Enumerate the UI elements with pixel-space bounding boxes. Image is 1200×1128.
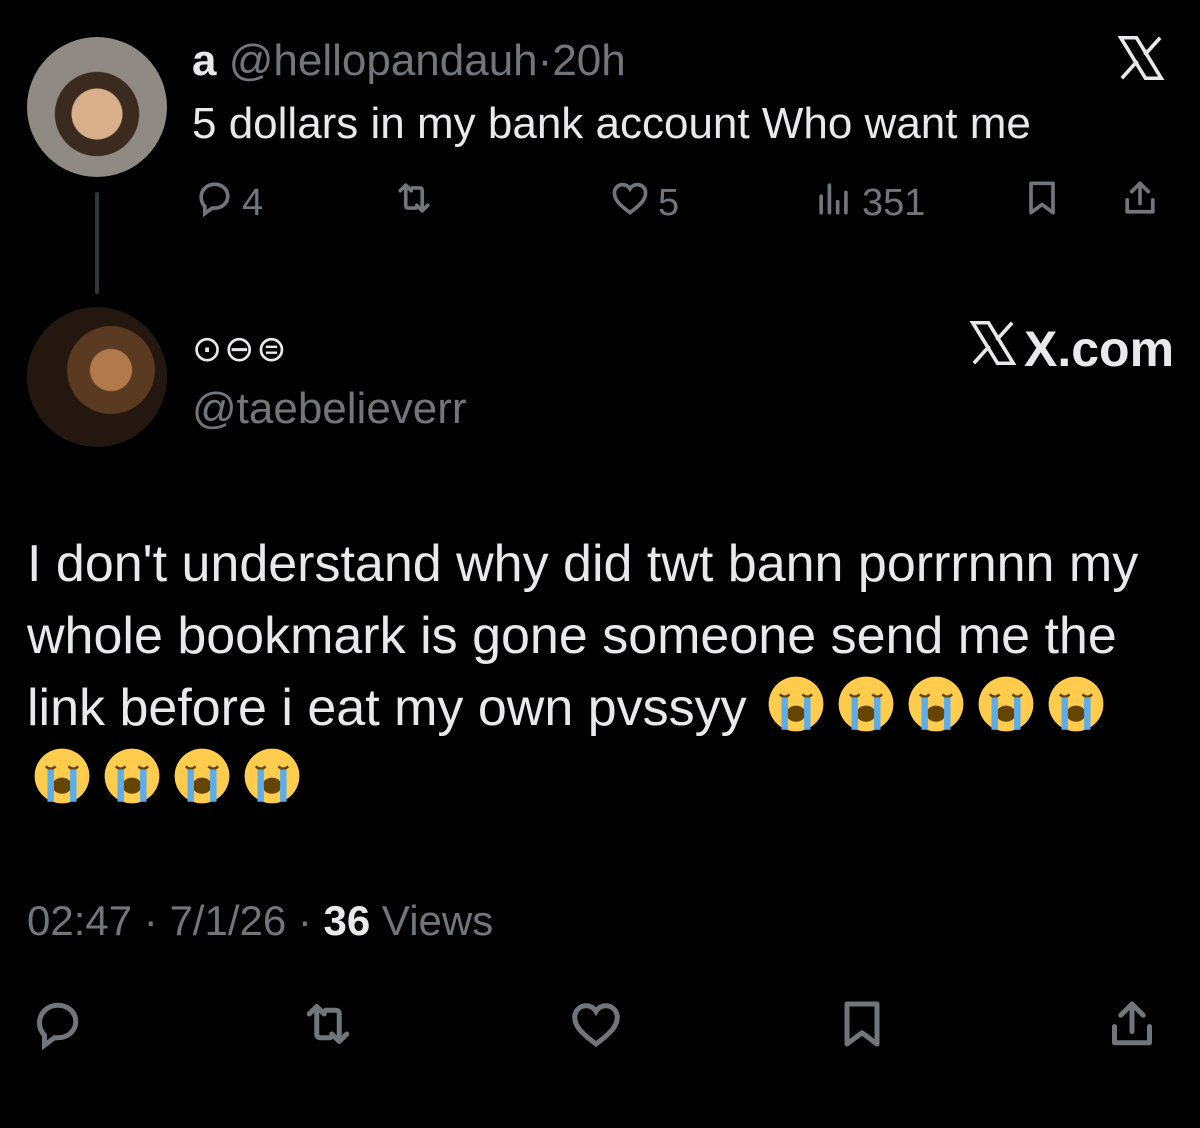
watermark-text: X.com bbox=[1024, 321, 1175, 377]
tweet1-handle[interactable]: @hellopandauh bbox=[229, 36, 538, 85]
bookmark-button[interactable] bbox=[832, 994, 892, 1054]
tweet2-date[interactable]: 7/1/26 bbox=[169, 897, 286, 944]
tweet1-reply-button[interactable]: 4 bbox=[192, 177, 263, 229]
loudly-crying-face-icon bbox=[1047, 675, 1105, 733]
meta-separator: · bbox=[286, 897, 324, 944]
meta-separator: · bbox=[132, 897, 170, 944]
tweet2-views-count: 36 bbox=[323, 897, 371, 944]
tweet1-separator: · bbox=[537, 36, 553, 85]
tweet1-display-name[interactable]: a bbox=[192, 36, 216, 85]
views-count: 351 bbox=[862, 181, 926, 224]
tweet1-retweet-button[interactable] bbox=[392, 177, 442, 229]
tweet2-time[interactable]: 02:47 bbox=[27, 897, 132, 944]
loudly-crying-face-icon bbox=[243, 747, 301, 805]
tweet1-text: 5 dollars in my bank account Who want me bbox=[192, 99, 1031, 148]
tweet2-display-name[interactable]: ⊙⊖⊜ bbox=[192, 328, 289, 370]
analytics-icon bbox=[812, 176, 856, 230]
bookmark-icon bbox=[1020, 176, 1064, 230]
like-count: 5 bbox=[658, 181, 680, 224]
share-button[interactable] bbox=[1102, 994, 1162, 1054]
loudly-crying-face-icon bbox=[907, 675, 965, 733]
reply-button[interactable] bbox=[27, 994, 87, 1054]
tweet2-handle[interactable]: @taebelieverr bbox=[192, 384, 467, 434]
tweet1-views-button[interactable]: 351 bbox=[812, 177, 925, 229]
loudly-crying-face-icon bbox=[103, 747, 161, 805]
heart-icon bbox=[608, 176, 652, 230]
tweet2-views-label: Views bbox=[370, 897, 494, 944]
retweet-icon bbox=[392, 176, 436, 230]
x-com-watermark: X.com bbox=[962, 320, 1175, 377]
loudly-crying-face-icon bbox=[173, 747, 231, 805]
like-button[interactable] bbox=[566, 994, 626, 1054]
tweet1-like-button[interactable]: 5 bbox=[608, 177, 679, 229]
x-logo-icon bbox=[1114, 30, 1168, 86]
tweet1-bookmark-button[interactable] bbox=[1020, 177, 1064, 229]
bookmark-icon bbox=[832, 1001, 892, 1058]
tweet1-share-button[interactable] bbox=[1118, 177, 1162, 229]
loudly-crying-face-icon bbox=[977, 675, 1035, 733]
retweet-icon bbox=[298, 1004, 358, 1058]
loudly-crying-face-icon bbox=[837, 675, 895, 733]
tweet2-body: I don't understand why did twt bann porr… bbox=[27, 528, 1177, 816]
tweet1-time[interactable]: 20h bbox=[552, 36, 625, 85]
loudly-crying-face-icon bbox=[33, 747, 91, 805]
retweet-button[interactable] bbox=[298, 994, 358, 1054]
avatar-hellopandauh[interactable] bbox=[27, 37, 167, 177]
tweet1-header: a @hellopandauh·20h bbox=[192, 37, 626, 85]
loudly-crying-face-icon bbox=[767, 675, 825, 733]
heart-icon bbox=[566, 1003, 626, 1058]
tweet2-meta: 02:47 · 7/1/26 · 36 Views bbox=[27, 893, 493, 949]
reply-icon bbox=[192, 176, 236, 230]
reply-icon bbox=[27, 1002, 87, 1058]
share-icon bbox=[1102, 1001, 1162, 1058]
thread-connector bbox=[95, 192, 99, 294]
avatar-taebelieverr[interactable] bbox=[27, 307, 167, 447]
x-logo-icon bbox=[966, 316, 1020, 382]
reply-count: 4 bbox=[242, 181, 264, 224]
share-icon bbox=[1118, 176, 1162, 230]
